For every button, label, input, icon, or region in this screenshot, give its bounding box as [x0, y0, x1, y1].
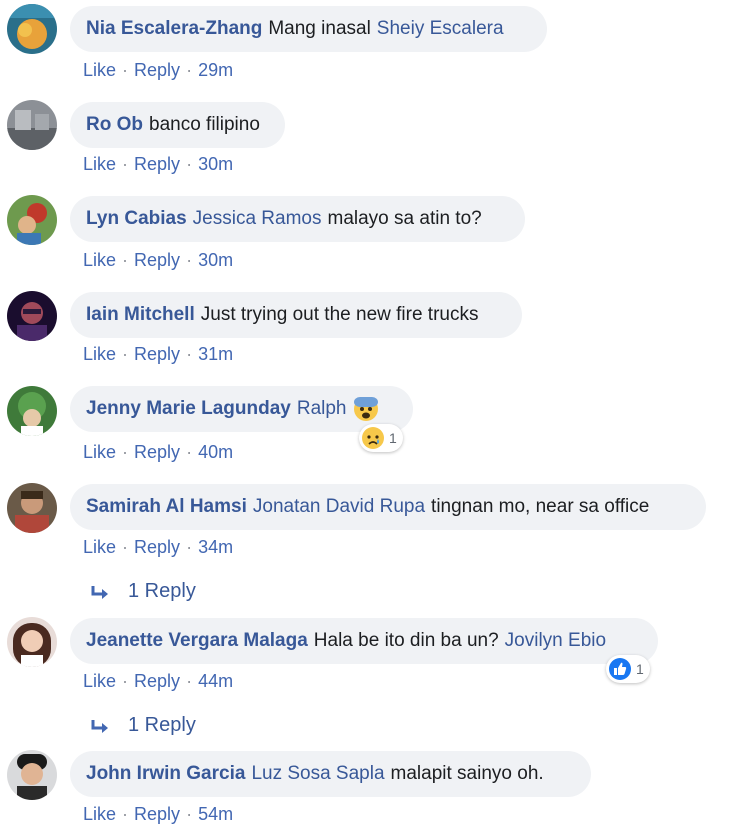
- comment-actions: Like · Reply · 54m: [83, 803, 233, 825]
- comment-text: Hala be ito din ba un?: [313, 630, 499, 651]
- comment-text: malapit sainyo oh.: [390, 763, 544, 784]
- comment-author[interactable]: Ro Ob: [86, 102, 143, 148]
- comment-actions: Like · Reply · 30m: [83, 249, 233, 271]
- comment-timestamp[interactable]: 40m: [198, 442, 233, 462]
- comment-actions: Like · Reply · 30m: [83, 153, 233, 175]
- sad-face-icon: [362, 427, 384, 449]
- comment-bubble: Jeanette Vergara Malaga Hala be ito din …: [70, 618, 658, 664]
- like-link[interactable]: Like: [83, 60, 116, 80]
- separator: ·: [122, 250, 129, 270]
- like-link[interactable]: Like: [83, 154, 116, 174]
- like-link[interactable]: Like: [83, 250, 116, 270]
- comment-author[interactable]: Nia Escalera-Zhang: [86, 6, 262, 52]
- comment-actions: Like · Reply · 31m: [83, 343, 233, 365]
- reply-link[interactable]: Reply: [134, 344, 180, 364]
- reply-link[interactable]: Reply: [134, 250, 180, 270]
- comment-author[interactable]: John Irwin Garcia: [86, 751, 245, 797]
- separator: ·: [186, 537, 193, 557]
- avatar[interactable]: [7, 750, 57, 800]
- comment-mention[interactable]: Jonatan David Rupa: [253, 484, 425, 530]
- like-link[interactable]: Like: [83, 537, 116, 557]
- comment-timestamp[interactable]: 30m: [198, 154, 233, 174]
- comment-timestamp[interactable]: 30m: [198, 250, 233, 270]
- view-replies-link[interactable]: 1 Reply: [90, 580, 196, 603]
- avatar[interactable]: [7, 291, 57, 341]
- comment-timestamp[interactable]: 29m: [198, 60, 233, 80]
- comment-timestamp[interactable]: 54m: [198, 804, 233, 824]
- avatar[interactable]: [7, 386, 57, 436]
- separator: ·: [186, 60, 193, 80]
- comment-mention[interactable]: Jessica Ramos: [193, 196, 322, 242]
- reaction-count: 1: [389, 430, 397, 446]
- comment-mention[interactable]: Jovilyn Ebio: [505, 618, 606, 664]
- reply-link[interactable]: Reply: [134, 537, 180, 557]
- comment-mention[interactable]: Sheiy Escalera: [377, 6, 504, 52]
- reply-arrow-icon: [91, 719, 108, 733]
- comment-text: banco filipino: [149, 114, 260, 135]
- comment-text: tingnan mo, near sa office: [431, 496, 650, 517]
- like-link[interactable]: Like: [83, 671, 116, 691]
- avatar[interactable]: [7, 617, 57, 667]
- view-replies-link[interactable]: 1 Reply: [90, 714, 196, 737]
- separator: ·: [186, 344, 193, 364]
- comment-bubble: Samirah Al Hamsi Jonatan David Rupa ting…: [70, 484, 706, 530]
- like-link[interactable]: Like: [83, 804, 116, 824]
- reply-link[interactable]: Reply: [134, 804, 180, 824]
- comment-actions: Like · Reply · 34m: [83, 536, 233, 558]
- reply-link[interactable]: Reply: [134, 154, 180, 174]
- comment-actions: Like · Reply · 44m: [83, 670, 233, 692]
- separator: ·: [122, 537, 129, 557]
- comment-text: Mang inasal: [268, 18, 371, 39]
- comment-actions: Like · Reply · 40m: [83, 441, 233, 463]
- reaction-count: 1: [636, 661, 644, 677]
- separator: ·: [186, 250, 193, 270]
- like-link[interactable]: Like: [83, 344, 116, 364]
- reaction-badge[interactable]: 1: [359, 424, 403, 452]
- fearful-face-icon: [353, 396, 379, 422]
- comment-mention[interactable]: Ralph: [297, 386, 347, 432]
- separator: ·: [186, 804, 193, 824]
- comment-author[interactable]: Iain Mitchell: [86, 292, 195, 338]
- comment-bubble: Lyn Cabias Jessica Ramos malayo sa atin …: [70, 196, 525, 242]
- reply-link[interactable]: Reply: [134, 60, 180, 80]
- comment-bubble: Ro Ob banco filipino: [70, 102, 285, 148]
- comment-bubble: John Irwin Garcia Luz Sosa Sapla malapit…: [70, 751, 591, 797]
- comment-text: malayo sa atin to?: [327, 208, 482, 229]
- comment-author[interactable]: Samirah Al Hamsi: [86, 484, 247, 530]
- separator: ·: [122, 671, 129, 691]
- comment-author[interactable]: Lyn Cabias: [86, 196, 187, 242]
- separator: ·: [122, 344, 129, 364]
- comment-bubble: Nia Escalera-Zhang Mang inasal Sheiy Esc…: [70, 6, 547, 52]
- separator: ·: [122, 804, 129, 824]
- separator: ·: [122, 60, 129, 80]
- comment-actions: Like · Reply · 29m: [83, 59, 233, 81]
- comment-author[interactable]: Jenny Marie Lagunday: [86, 386, 291, 432]
- reply-arrow-icon: [91, 585, 108, 599]
- reply-link[interactable]: Reply: [134, 671, 180, 691]
- avatar[interactable]: [7, 195, 57, 245]
- separator: ·: [186, 671, 193, 691]
- separator: ·: [186, 442, 193, 462]
- comment-text: Just trying out the new fire trucks: [200, 304, 479, 325]
- comment-timestamp[interactable]: 31m: [198, 344, 233, 364]
- comment-timestamp[interactable]: 44m: [198, 671, 233, 691]
- replies-count-label: 1 Reply: [128, 714, 196, 736]
- like-link[interactable]: Like: [83, 442, 116, 462]
- comment-author[interactable]: Jeanette Vergara Malaga: [86, 618, 308, 664]
- replies-count-label: 1 Reply: [128, 580, 196, 602]
- separator: ·: [122, 154, 129, 174]
- comment-mention[interactable]: Luz Sosa Sapla: [251, 751, 384, 797]
- reply-link[interactable]: Reply: [134, 442, 180, 462]
- avatar[interactable]: [7, 483, 57, 533]
- avatar[interactable]: [7, 4, 57, 54]
- comment-bubble: Iain Mitchell Just trying out the new fi…: [70, 292, 522, 338]
- separator: ·: [186, 154, 193, 174]
- avatar[interactable]: [7, 100, 57, 150]
- like-icon: [609, 658, 631, 680]
- separator: ·: [122, 442, 129, 462]
- reaction-badge[interactable]: 1: [606, 655, 650, 683]
- comment-timestamp[interactable]: 34m: [198, 537, 233, 557]
